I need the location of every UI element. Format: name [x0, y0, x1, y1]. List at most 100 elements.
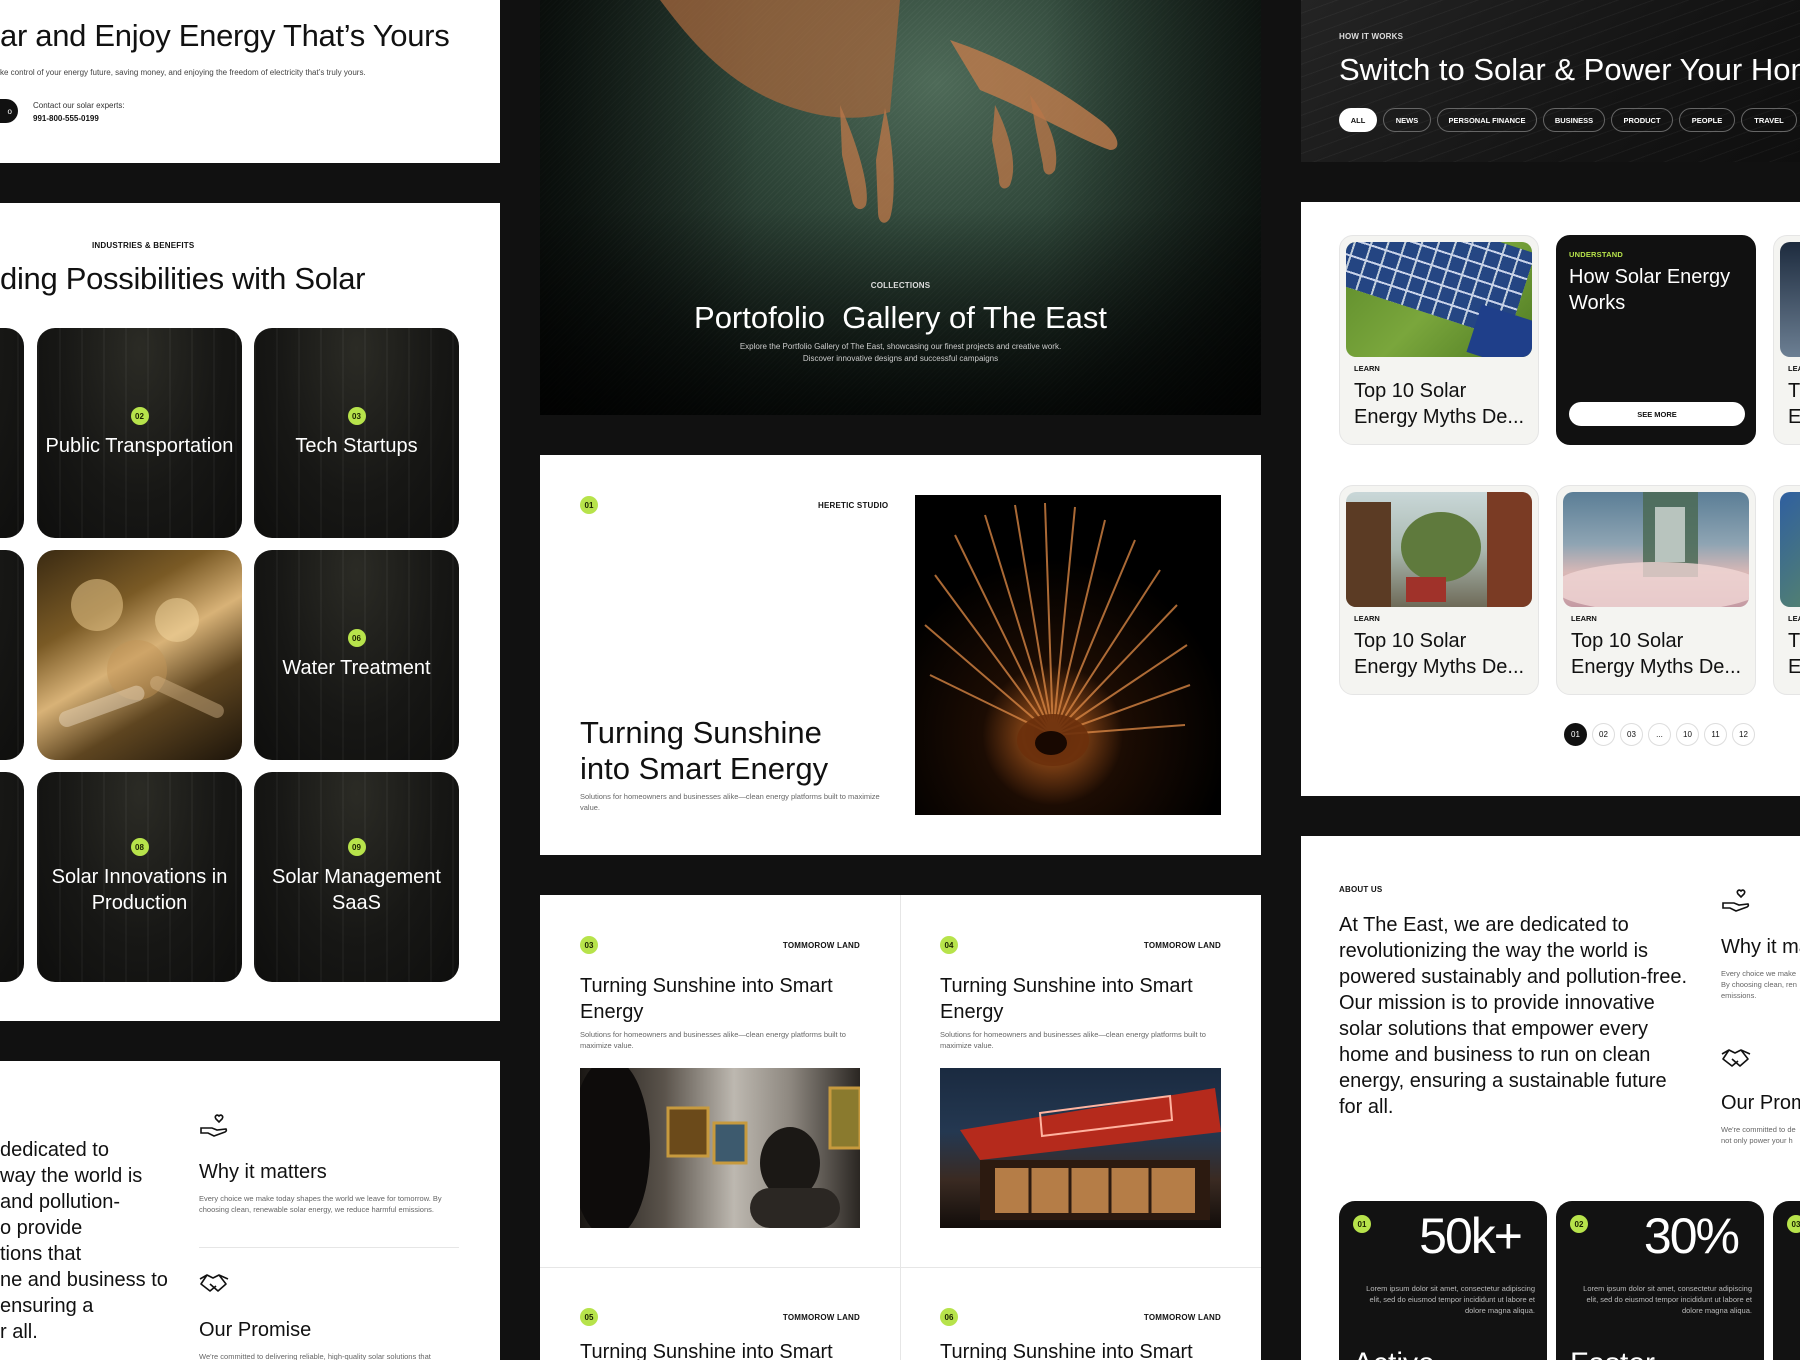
filter-chip-people[interactable]: PEOPLE [1679, 108, 1735, 132]
why-it-matters-desc: Every choice we make By choosing clean, … [1721, 969, 1797, 1000]
stat-card-active: 01 50k+ Lorem ipsum dolor sit amet, cons… [1339, 1201, 1547, 1360]
our-promise-desc: We're committed to de not only power you… [1721, 1125, 1796, 1145]
filter-chip-product[interactable]: PRODUCT [1611, 108, 1673, 132]
our-promise-title: Our Promise [199, 1319, 312, 1341]
project-title: Turning Sunshine into Smart [940, 1341, 1193, 1360]
industry-tile-photo[interactable] [37, 550, 242, 760]
page-button[interactable]: 10 [1676, 723, 1699, 746]
project-card-03[interactable]: 03 TOMMOROW LAND Turning Sunshine into S… [540, 895, 900, 1267]
card-tag: UNDERSTAND [1569, 250, 1623, 259]
project-desc: Solutions for homeowners and businesses … [580, 1030, 846, 1050]
stat-number: 02 [1570, 1215, 1588, 1233]
card-tag: LEARN [1354, 614, 1380, 623]
clouds-window-image [1563, 492, 1749, 607]
page-button[interactable]: 11 [1704, 723, 1727, 746]
project-title: Turning Sunshine into Smart Energy [940, 975, 1193, 1023]
feature-title: Turning Sunshine into Smart Energy [580, 715, 829, 786]
projects-grid-panel: 03 TOMMOROW LAND Turning Sunshine into S… [540, 895, 1261, 1360]
page-button[interactable]: 02 [1592, 723, 1615, 746]
filter-chip-travel[interactable]: TRAVEL [1741, 108, 1797, 132]
card-image [1780, 242, 1800, 357]
village-image [1346, 492, 1532, 607]
toast-photo-image [58, 579, 224, 727]
page-button[interactable]: 12 [1732, 723, 1755, 746]
blog-card[interactable]: LEARN Top 10 Solar Energy Myths De... [1556, 485, 1756, 695]
project-image [580, 1068, 860, 1228]
stat-value: 30% [1643, 1208, 1740, 1264]
handshake-icon [1721, 1049, 1751, 1067]
project-title: Turning Sunshine into Smart Energy [580, 975, 833, 1023]
stat-number: 01 [1353, 1215, 1371, 1233]
industry-tile-partial[interactable] [0, 328, 24, 538]
stat-card-faster: 02 30% Lorem ipsum dolor sit amet, conse… [1556, 1201, 1764, 1360]
industry-tile-tech-startups[interactable]: 03 Tech Startups [254, 328, 459, 538]
blog-card-featured[interactable]: UNDERSTAND How Solar Energy Works SEE MO… [1556, 235, 1756, 445]
card-tag: LEA [1788, 614, 1800, 623]
hero-panel: ar and Enjoy Energy That’s Yours ke cont… [0, 0, 500, 163]
gallery-hero: COLLECTIONS Portofolio Gallery of The Ea… [540, 0, 1261, 415]
blog-card[interactable]: LEARN Top 10 Solar Energy Myths De... [1339, 485, 1539, 695]
project-card-06[interactable]: 06 TOMMOROW LAND Turning Sunshine into S… [901, 1268, 1261, 1360]
project-number: 04 [940, 936, 958, 954]
tile-number: 06 [347, 629, 366, 647]
about-text: dedicated to way the world is and pollut… [0, 1139, 168, 1343]
filter-chip-news[interactable]: NEWS [1383, 108, 1431, 132]
blog-card-partial[interactable]: LEA T E [1773, 235, 1800, 445]
about-right-panel: ABOUT US At The East, we are dedicated t… [1301, 836, 1800, 1360]
tile-label: Water Treatment [282, 657, 431, 679]
industry-tile-solar-innovations[interactable]: 08 Solar Innovations in Production [37, 772, 242, 982]
page-button[interactable]: 03 [1620, 723, 1643, 746]
page-button[interactable]: 01 [1564, 723, 1587, 746]
handshake-icon [199, 1274, 229, 1292]
project-studio: TOMMOROW LAND [1143, 941, 1221, 950]
project-title: Turning Sunshine into Smart [580, 1341, 833, 1360]
project-studio: TOMMOROW LAND [782, 941, 860, 950]
industry-tile-public-transportation[interactable]: 02 Public Transportation [37, 328, 242, 538]
chip-label: NEWS [1395, 115, 1419, 125]
blog-card-partial[interactable]: LEA T E [1773, 485, 1800, 695]
tile-number: 03 [347, 407, 366, 425]
get-started-button[interactable]: o [0, 99, 18, 123]
divider [199, 1247, 459, 1248]
stat-value: 50k+ [1419, 1208, 1523, 1264]
contact-phone[interactable]: 991-800-555-0199 [33, 114, 99, 123]
tile-number: 02 [130, 407, 149, 425]
stat-desc: Lorem ipsum dolor sit amet, consectetur … [1583, 1284, 1752, 1315]
blog-card[interactable]: LEARN Top 10 Solar Energy Myths De... [1339, 235, 1539, 445]
how-it-works-panel: HOW IT WORKS Switch to Solar & Power You… [1301, 0, 1800, 162]
filter-chip-personal-finance[interactable]: PERSONAL FINANCE [1437, 108, 1537, 132]
industry-tile-partial[interactable] [0, 772, 24, 982]
tile-label: Solar Management SaaS [272, 866, 441, 914]
card-title: How Solar Energy Works [1569, 266, 1731, 314]
card-title: Top 10 Solar Energy Myths De... [1354, 630, 1525, 678]
tile-number: 09 [347, 838, 366, 856]
see-more-button[interactable]: SEE MORE [1569, 402, 1745, 426]
filter-chip-business[interactable]: BUSINESS [1543, 108, 1605, 132]
filter-chip-all[interactable]: ALL [1339, 108, 1377, 132]
page-label: 12 [1739, 730, 1748, 739]
hand-heart-icon [1722, 889, 1750, 912]
project-card-04[interactable]: 04 TOMMOROW LAND Turning Sunshine into S… [901, 895, 1261, 1267]
stat-desc: Lorem ipsum dolor sit amet, consectetur … [1366, 1284, 1535, 1315]
hand-heart-icon [200, 1114, 228, 1137]
industry-tile-partial[interactable] [0, 550, 24, 760]
industry-tile-solar-management[interactable]: 09 Solar Management SaaS [254, 772, 459, 982]
card-title: T E [1788, 380, 1800, 428]
gallery-visitors-image [580, 1068, 860, 1228]
tile-label: Public Transportation [45, 435, 234, 457]
gallery-desc-line2: Discover innovative designs and successf… [802, 354, 999, 363]
industry-tile-water-treatment[interactable]: 06 Water Treatment [254, 550, 459, 760]
project-number: 05 [580, 1308, 598, 1326]
stat-word: Active [1353, 1347, 1435, 1360]
button-label: o [7, 106, 12, 116]
stat-card-partial: 03 [1773, 1201, 1800, 1360]
why-it-matters-desc: Every choice we make today shapes the wo… [199, 1194, 442, 1214]
industries-panel: INDUSTRIES & BENEFITS ding Possibilities… [0, 203, 500, 1021]
project-card-05[interactable]: 05 TOMMOROW LAND Turning Sunshine into S… [540, 1268, 900, 1360]
feature-image[interactable] [915, 495, 1221, 815]
page-label: 03 [1627, 730, 1636, 739]
chip-label: PEOPLE [1691, 115, 1723, 125]
hero-title: ar and Enjoy Energy That’s Yours [0, 18, 450, 53]
card-title: T E [1788, 630, 1800, 678]
about-text: At The East, we are dedicated to revolut… [1339, 914, 1687, 1118]
